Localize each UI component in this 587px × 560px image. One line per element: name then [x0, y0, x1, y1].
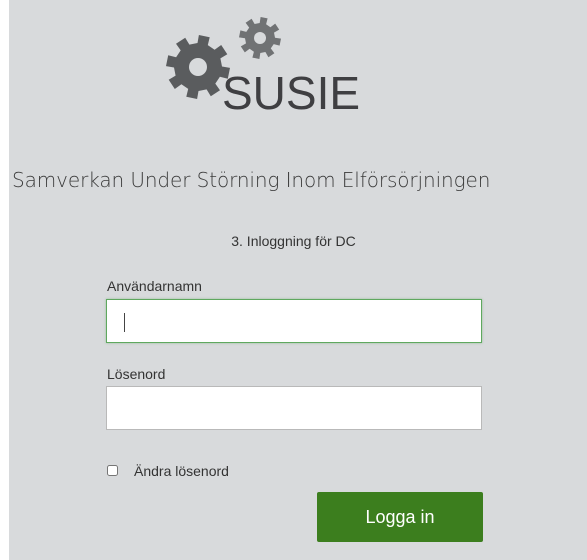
login-button[interactable]: Logga in: [317, 492, 483, 542]
large-gear-icon: [166, 35, 230, 99]
password-input[interactable]: [106, 386, 482, 430]
small-gear-icon: [239, 17, 281, 59]
gear-hole: [189, 58, 207, 76]
username-label: Användarnamn: [107, 278, 202, 294]
gear-hole: [254, 32, 266, 44]
app-subtitle: Samverkan Under Störning Inom Elförsörjn…: [12, 168, 491, 192]
text-caret: [124, 313, 125, 332]
left-edge: [0, 0, 9, 560]
change-password-checkbox[interactable]: [107, 465, 118, 476]
logo-text: SUSIE: [222, 67, 361, 119]
username-input[interactable]: [106, 299, 482, 343]
change-password-label[interactable]: Ändra lösenord: [134, 463, 229, 479]
password-label: Lösenord: [107, 366, 166, 382]
step-label: 3. Inloggning för DC: [231, 233, 356, 249]
